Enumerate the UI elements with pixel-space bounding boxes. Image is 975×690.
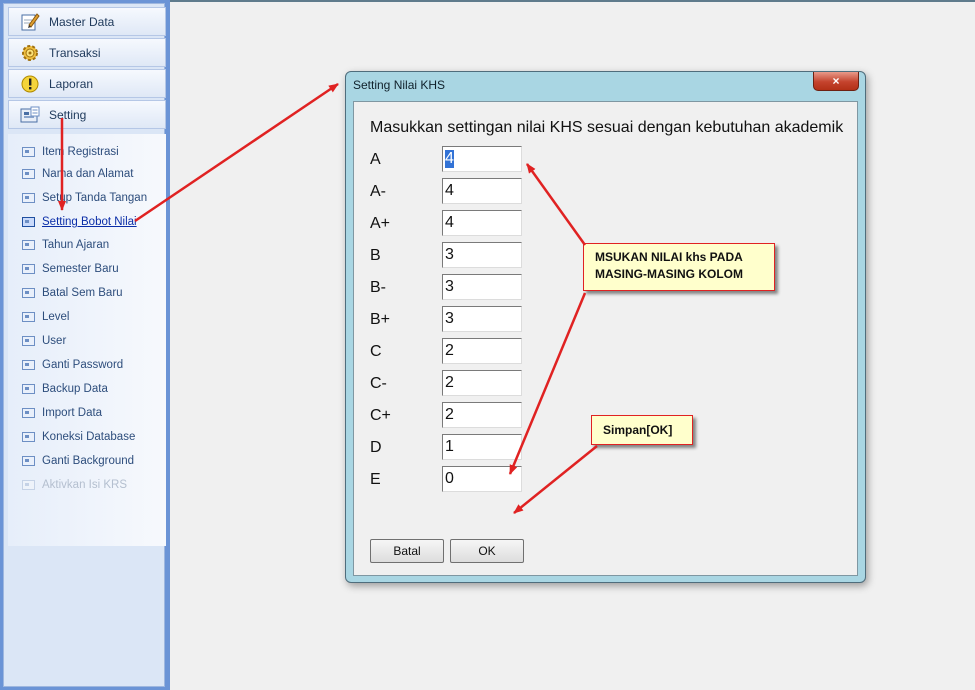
arrow-item-to-dialog bbox=[134, 82, 339, 223]
arrow-callout-to-last-field bbox=[508, 292, 587, 475]
annotation-arrows bbox=[58, 82, 598, 514]
arrow-callout-to-first-field bbox=[525, 163, 587, 246]
arrow-save-to-ok bbox=[513, 445, 598, 514]
